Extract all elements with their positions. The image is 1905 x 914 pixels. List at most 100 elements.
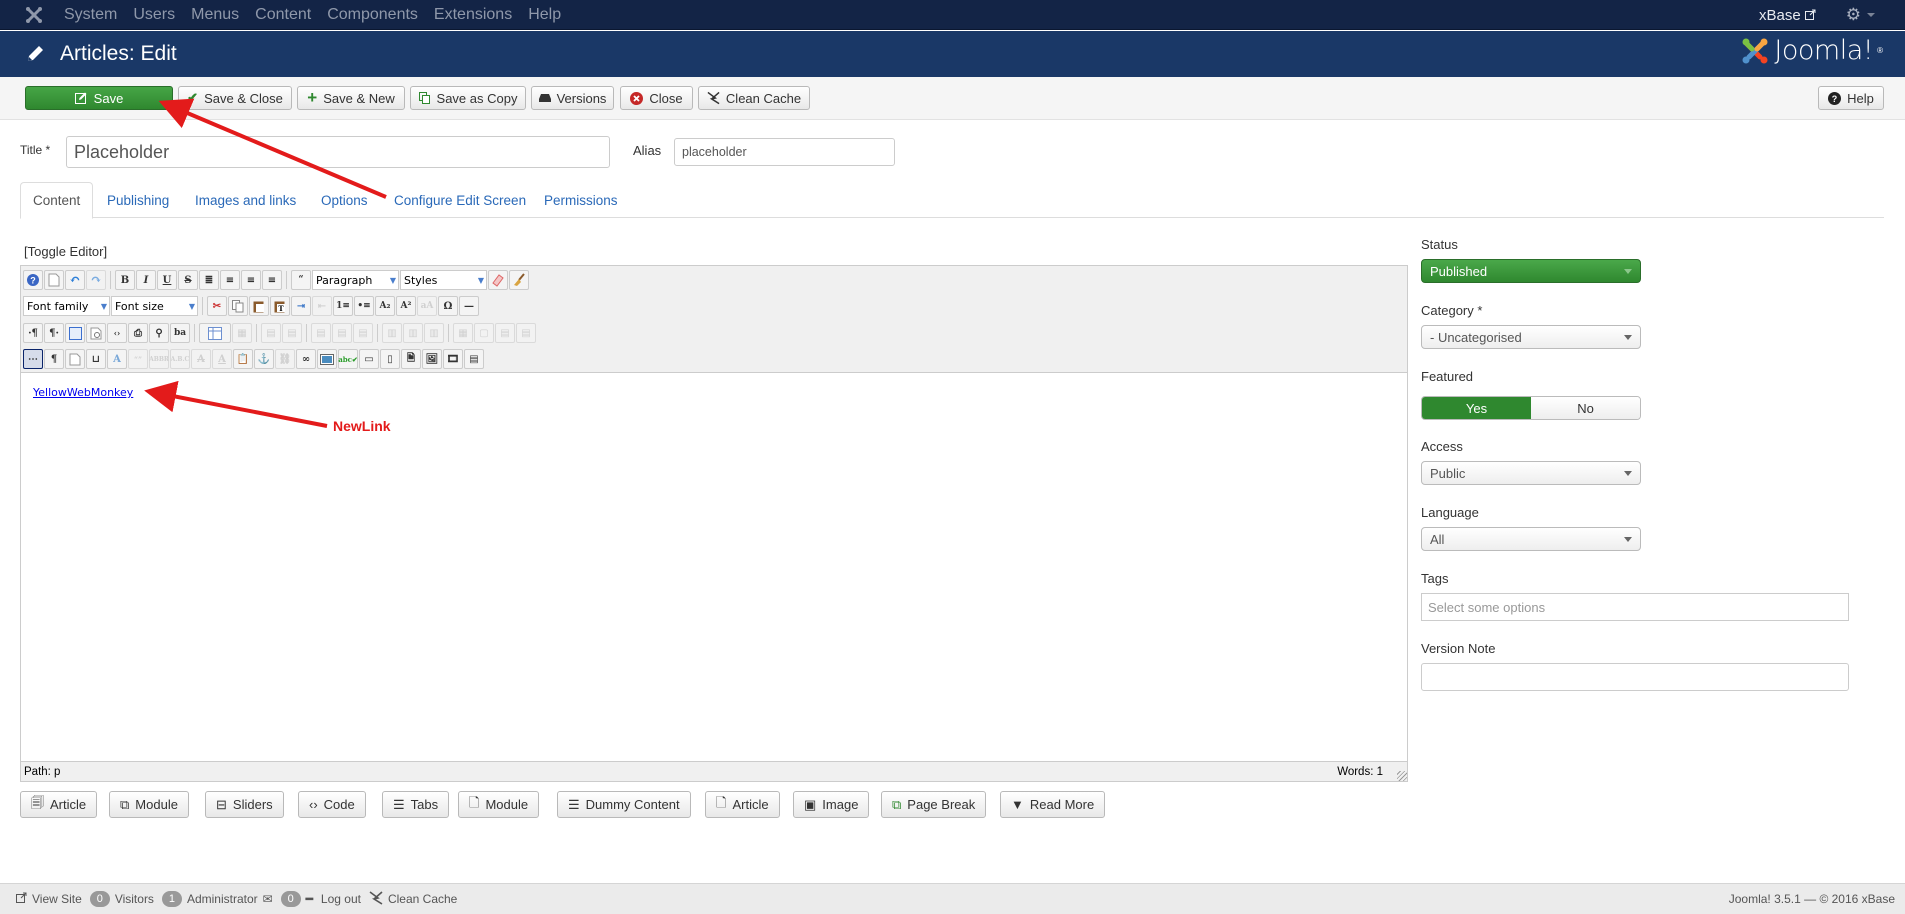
site-link[interactable]: xBase (1759, 7, 1816, 24)
menu-system[interactable]: System (64, 6, 117, 24)
ext-dummy-content-button[interactable]: ☰ Dummy Content (557, 791, 691, 818)
ext-code-button[interactable]: ‹› Code (298, 791, 366, 818)
text-color-icon[interactable]: aA (417, 296, 437, 316)
insert-col-after-icon[interactable]: ▥ (403, 323, 423, 343)
access-select[interactable]: Public (1421, 461, 1641, 485)
delete-cell-icon[interactable]: ▤ (516, 323, 536, 343)
versions-button[interactable]: Versions (531, 86, 614, 110)
pagebreak-icon[interactable]: ⊔ (86, 349, 106, 369)
help-icon[interactable]: ? (23, 270, 43, 290)
eraser-icon[interactable] (488, 270, 508, 290)
ext-page-break-button[interactable]: ⧉ Page Break (881, 791, 987, 818)
align-left-icon[interactable]: ≡ (241, 270, 261, 290)
outdent-icon[interactable]: ⇤ (312, 296, 332, 316)
font-size-select[interactable]: Font size ▼ (111, 296, 198, 316)
italic-icon[interactable]: I (136, 270, 156, 290)
bullet-list-icon[interactable]: •≡ (354, 296, 374, 316)
status-select[interactable]: Published (1421, 259, 1641, 283)
delete-col-icon[interactable]: ▥ (424, 323, 444, 343)
tab-options[interactable]: Options (309, 182, 380, 218)
subscript-icon[interactable]: A₂ (375, 296, 395, 316)
ext-tabs-button[interactable]: ☰ Tabs (382, 791, 450, 818)
table-icon[interactable] (199, 323, 231, 343)
toggle-editor-link[interactable]: [Toggle Editor] (24, 244, 107, 259)
align-center-icon[interactable]: ≡ (220, 270, 240, 290)
print-icon[interactable]: ⎙ (128, 323, 148, 343)
ltr-icon[interactable]: ·¶ (23, 323, 43, 343)
visitors-indicator[interactable]: 0 Visitors (89, 891, 154, 907)
save-as-copy-button[interactable]: Save as Copy (410, 86, 526, 110)
menu-menus[interactable]: Menus (191, 6, 239, 24)
insert-col-before-icon[interactable]: ▥ (382, 323, 402, 343)
undo-icon[interactable]: ↶ (65, 270, 85, 290)
align-justify-icon[interactable]: ≣ (199, 270, 219, 290)
save-close-button[interactable]: ✔ Save & Close (178, 86, 292, 110)
resize-handle[interactable] (1397, 771, 1407, 781)
style-props-icon[interactable]: A (107, 349, 127, 369)
tab-configure-edit-screen[interactable]: Configure Edit Screen (382, 182, 538, 218)
tab-content[interactable]: Content (20, 182, 94, 219)
template-icon[interactable]: ▯ (380, 349, 400, 369)
insert-row-after-icon[interactable]: ▤ (332, 323, 352, 343)
tab-permissions[interactable]: Permissions (532, 182, 630, 218)
attributes-icon[interactable]: 📋 (233, 349, 253, 369)
media-icon[interactable]: 🎞 (443, 349, 463, 369)
help-button[interactable]: ? Help (1818, 86, 1884, 110)
view-site-link[interactable]: View Site (16, 892, 82, 906)
new-document-icon[interactable] (44, 270, 64, 290)
version-note-input[interactable] (1421, 663, 1849, 691)
image-manager-icon[interactable]: 🖼 (422, 349, 442, 369)
find-icon[interactable]: ⚲ (149, 323, 169, 343)
admins-indicator[interactable]: 1 Administrator ✉ (161, 891, 273, 907)
layer-icon[interactable]: ▭ (359, 349, 379, 369)
tags-input[interactable]: Select some options (1421, 593, 1849, 621)
title-input[interactable]: Placeholder (66, 136, 610, 168)
cell-props-icon[interactable]: ▤ (282, 323, 302, 343)
messages-indicator[interactable]: 0 ━ (280, 891, 313, 907)
ext-image-button[interactable]: ▣ Image (793, 791, 870, 818)
category-select[interactable]: - Uncategorised (1421, 325, 1641, 349)
cut-icon[interactable]: ✂ (207, 296, 227, 316)
format-select[interactable]: Paragraph ▼ (312, 270, 399, 290)
redo-icon[interactable]: ↷ (86, 270, 106, 290)
clean-cache-button[interactable]: Clean Cache (698, 86, 810, 110)
language-select[interactable]: All (1421, 527, 1641, 551)
code-view-icon[interactable]: ‹› (107, 323, 127, 343)
editor-content-area[interactable]: YellowWebMonkey (21, 374, 1407, 761)
ext-insert-module-button[interactable]: 🗋 Module (458, 791, 540, 818)
merge-cells-icon[interactable]: ▢ (474, 323, 494, 343)
paste-icon[interactable] (249, 296, 269, 316)
form-icon[interactable]: ▤ (464, 349, 484, 369)
rtl-icon[interactable]: ¶· (44, 323, 64, 343)
insert-row-before-icon[interactable]: ▤ (311, 323, 331, 343)
align-right-icon[interactable]: ≡ (262, 270, 282, 290)
menu-components[interactable]: Components (327, 6, 418, 24)
unlink-icon[interactable]: ⛓ (275, 349, 295, 369)
numbered-list-icon[interactable]: 1≡ (333, 296, 353, 316)
preview-icon[interactable] (86, 323, 106, 343)
font-family-select[interactable]: Font family ▼ (23, 296, 110, 316)
show-blocks-icon[interactable]: ¶ (44, 349, 64, 369)
insert-cell-icon[interactable]: ▤ (495, 323, 515, 343)
file-link-icon[interactable]: 🗎 (401, 349, 421, 369)
acronym-icon[interactable]: A.B.C (170, 349, 190, 369)
row-props-icon[interactable]: ▤ (261, 323, 281, 343)
featured-no-button[interactable]: No (1531, 397, 1640, 419)
anchor-icon[interactable]: ⚓ (254, 349, 274, 369)
underline-icon[interactable]: U (157, 270, 177, 290)
footer-clean-cache-link[interactable]: Clean Cache (369, 890, 457, 908)
logout-link[interactable]: Log out (321, 892, 361, 906)
menu-content[interactable]: Content (255, 6, 311, 24)
alias-input[interactable]: placeholder (674, 138, 895, 166)
strikethrough-icon[interactable]: S (178, 270, 198, 290)
del-icon[interactable]: A (191, 349, 211, 369)
menu-help[interactable]: Help (528, 6, 561, 24)
template-preview-icon[interactable] (65, 349, 85, 369)
ext-article-button[interactable]: 🗐 Article (20, 791, 98, 818)
cite-icon[interactable]: “” (128, 349, 148, 369)
delete-row-icon[interactable]: ▤ (353, 323, 373, 343)
ext-insert-article-button[interactable]: 🗋 Article (705, 791, 780, 818)
save-new-button[interactable]: + Save & New (297, 86, 405, 110)
ins-icon[interactable]: A (212, 349, 232, 369)
ext-sliders-button[interactable]: ⊟ Sliders (205, 791, 284, 818)
